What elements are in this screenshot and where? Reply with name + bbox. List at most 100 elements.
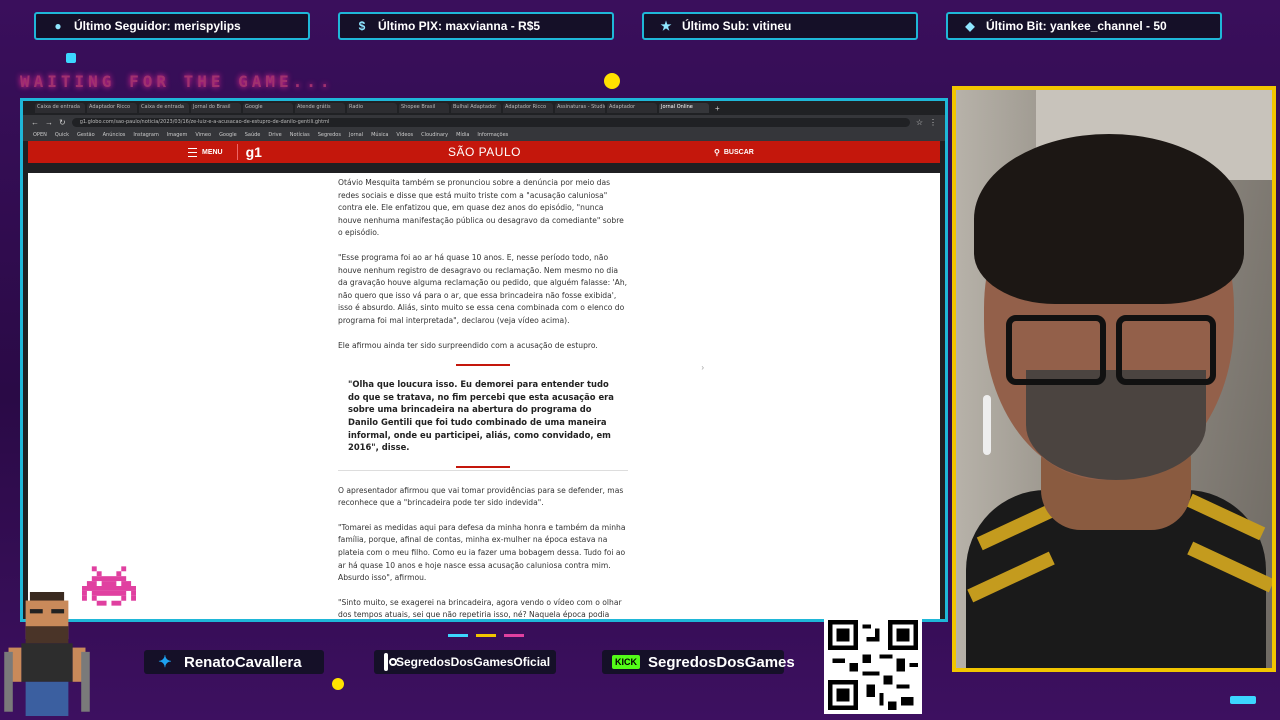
- browser-tab-active[interactable]: Jornal Online: [659, 103, 709, 113]
- article-paragraph: "Tomarei as medidas aqui para defesa da …: [338, 522, 626, 583]
- article-paragraph: O apresentador afirmou que vai tomar pro…: [338, 485, 624, 508]
- diamond-icon: ◆: [965, 19, 975, 33]
- decor-bar: [448, 634, 468, 637]
- bookmark[interactable]: OPEN: [33, 132, 47, 138]
- browser-tab[interactable]: Radio: [347, 103, 397, 113]
- browser-tab[interactable]: Caixa de entrada: [35, 103, 85, 113]
- bookmark[interactable]: Google: [219, 132, 237, 138]
- qr-caption: livepix.gg/segredosdosgames: [824, 603, 929, 611]
- kick-handle: SegredosDosGames: [648, 653, 795, 671]
- star-icon: ★: [660, 19, 672, 33]
- bookmark[interactable]: Vídeos: [396, 132, 413, 138]
- article-paragraph: "Esse programa foi ao ar há quase 10 ano…: [338, 252, 628, 325]
- url-input[interactable]: g1.globo.com/sao-paulo/noticia/2023/03/1…: [71, 117, 910, 127]
- menu-dots-icon[interactable]: ⋮: [929, 118, 937, 127]
- search-label: BUSCAR: [723, 148, 754, 156]
- alert-bit: ◆ Último Bit: yankee_channel - 50: [946, 12, 1222, 40]
- new-tab-icon[interactable]: +: [715, 104, 720, 113]
- quote-divider: [456, 465, 510, 468]
- space-invader-icon: [82, 566, 136, 606]
- decor-bar: [476, 634, 496, 637]
- alert-follower: ● Último Seguidor: merispylips: [34, 12, 310, 40]
- tab-bar: Caixa de entrada Adaptador Ricco Caixa d…: [23, 101, 945, 115]
- browser-window: Caixa de entrada Adaptador Ricco Caixa d…: [20, 98, 948, 622]
- bookmark[interactable]: Gestão: [77, 132, 95, 138]
- bookmark[interactable]: Informações: [477, 132, 508, 138]
- decor-yellow-dot: [332, 678, 344, 690]
- alert-bit-text: Último Bit: yankee_channel - 50: [986, 19, 1167, 33]
- bookmark[interactable]: Anúncios: [103, 132, 126, 138]
- article-page: Otávio Mesquita também se pronunciou sob…: [28, 173, 940, 619]
- webcam-earphone: [983, 395, 991, 455]
- browser-tab[interactable]: Shopee Brasil: [399, 103, 449, 113]
- browser-tab[interactable]: Atende grátis: [295, 103, 345, 113]
- qr-code[interactable]: [824, 616, 922, 714]
- forward-icon[interactable]: →: [45, 118, 53, 127]
- webcam-frame: [952, 86, 1276, 672]
- bookmark[interactable]: Cloudinary: [421, 132, 448, 138]
- neon-waiting-text: WAITING FOR THE GAME...: [20, 72, 334, 91]
- bookmark[interactable]: Imagem: [167, 132, 188, 138]
- divider: [338, 469, 628, 471]
- alert-sub-text: Último Sub: vitineu: [682, 19, 792, 33]
- bottom-bar: ✦ RenatoCavallera SegredosDosGamesOficia…: [0, 622, 1280, 720]
- region-title: SÃO PAULO: [448, 145, 521, 159]
- social-twitter: ✦ RenatoCavallera: [144, 650, 324, 674]
- bookmark[interactable]: Segredos: [318, 132, 341, 138]
- search-icon: ⚲: [714, 147, 720, 157]
- alert-pix: $ Último PIX: maxvianna - R$5: [338, 12, 614, 40]
- star-bookmark-icon[interactable]: ☆: [916, 118, 923, 127]
- bookmark[interactable]: Vimeo: [195, 132, 211, 138]
- browser-tab[interactable]: Bulhal Adaptador: [451, 103, 501, 113]
- kick-icon: KICK: [612, 655, 640, 669]
- browser-tab[interactable]: Jornal do Brasil: [191, 103, 241, 113]
- dollar-icon: $: [358, 19, 366, 33]
- article-quote: "Olha que loucura isso. Eu demorei para …: [348, 379, 614, 453]
- article-paragraph: Otávio Mesquita também se pronunciou sob…: [338, 178, 624, 238]
- article-paragraph: "Sinto muito, se exagerei na brincadeira…: [338, 597, 622, 619]
- twitter-handle: RenatoCavallera: [184, 653, 302, 671]
- site-header: MENU g1 SÃO PAULO ⚲ BUSCAR: [28, 141, 940, 163]
- hamburger-icon: [188, 147, 197, 157]
- bookmark[interactable]: Instagram: [133, 132, 158, 138]
- twitter-icon: ✦: [158, 654, 172, 671]
- social-kick: KICK SegredosDosGames: [602, 650, 795, 674]
- decor-blue-square: [1230, 696, 1256, 704]
- menu-label: MENU: [202, 148, 223, 156]
- instagram-icon: [384, 653, 397, 671]
- browser-tab[interactable]: Assinaturas - Studio: [555, 103, 605, 113]
- bookmark[interactable]: Notícias: [290, 132, 310, 138]
- bookmark[interactable]: Jornal: [349, 132, 363, 138]
- webcam-glasses-left: [1006, 315, 1106, 385]
- user-icon: ●: [54, 19, 62, 33]
- decor-blue-square: [66, 53, 76, 63]
- browser-tab[interactable]: Adaptador Ricco: [503, 103, 553, 113]
- decor-yellow-dot: [604, 73, 620, 89]
- browser-tab[interactable]: Adaptador: [607, 103, 657, 113]
- alert-pix-text: Último PIX: maxvianna - R$5: [378, 19, 541, 33]
- bookmark[interactable]: Saúde: [245, 132, 261, 138]
- browser-tab[interactable]: Adaptador Ricco: [87, 103, 137, 113]
- browser-tab[interactable]: Google: [243, 103, 293, 113]
- webcam-glasses-right: [1116, 315, 1216, 385]
- bookmark[interactable]: Música: [371, 132, 388, 138]
- site-logo[interactable]: g1: [236, 144, 262, 160]
- article-body: Otávio Mesquita também se pronunciou sob…: [338, 177, 628, 619]
- menu-button[interactable]: MENU: [188, 147, 223, 157]
- search-button[interactable]: ⚲ BUSCAR: [714, 148, 754, 157]
- bookmark[interactable]: Quick: [55, 132, 69, 138]
- decor-bar: [504, 634, 524, 637]
- reload-icon[interactable]: ↻: [59, 118, 66, 127]
- bookmarks-bar: OPEN Quick Gestão Anúncios Instagram Ima…: [23, 129, 945, 141]
- browser-tab[interactable]: Caixa de entrada: [139, 103, 189, 113]
- article-paragraph: Ele afirmou ainda ter sido surpreendido …: [338, 340, 598, 350]
- bookmark[interactable]: Mídia: [456, 132, 469, 138]
- webcam-beard: [1026, 370, 1206, 480]
- bookmark[interactable]: Drive: [268, 132, 281, 138]
- cursor-icon: ›: [701, 363, 704, 372]
- back-icon[interactable]: ←: [31, 118, 39, 127]
- alert-sub: ★ Último Sub: vitineu: [642, 12, 918, 40]
- qr-code-icon: [828, 620, 918, 710]
- social-instagram: SegredosDosGamesOficial: [374, 650, 556, 674]
- instagram-handle: SegredosDosGamesOficial: [396, 655, 551, 669]
